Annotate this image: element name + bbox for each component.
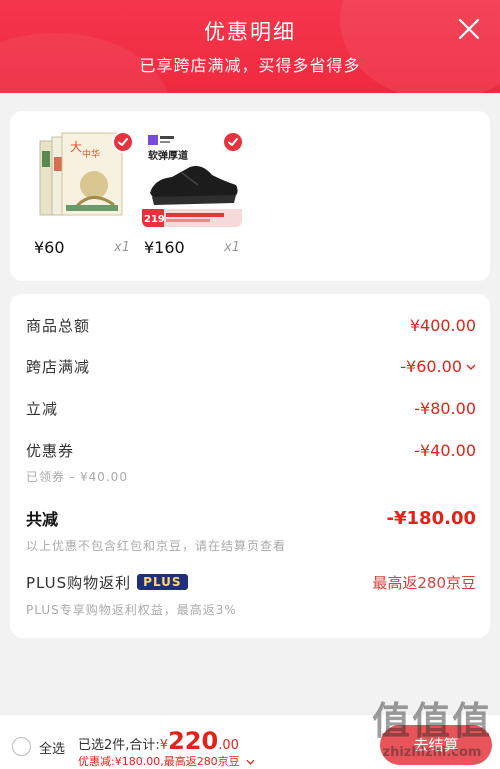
product-list-card: 大 中华 ¥60 x1 软弹厚道 219 ¥160 x1 <box>10 111 490 281</box>
discount-summary-text: 优惠减:¥180.00,最高返280京豆 <box>78 755 240 768</box>
amount-currency: ¥ <box>159 738 169 753</box>
svg-text:219: 219 <box>144 214 165 225</box>
product-price: ¥60 <box>34 238 65 257</box>
bottom-checkout-bar: 全选 已选2件,合计:¥220.00 优惠减:¥180.00,最高返280京豆 … <box>0 714 500 769</box>
cross-store-value: -¥60.00 <box>400 357 462 376</box>
close-icon[interactable] <box>458 18 480 40</box>
selected-count-text: 已选2件,合计: <box>78 738 160 753</box>
plus-value: 最高返280京豆 <box>372 574 476 592</box>
total-discount-note: 以上优惠不包含红包和京豆，请在结算页查看 <box>26 539 287 553</box>
product-quantity: x1 <box>224 240 240 255</box>
select-all-label[interactable]: 全选 <box>39 738 65 757</box>
amount-decimal: .00 <box>218 738 239 753</box>
total-discount-label: 共减 <box>26 510 59 529</box>
product-item-sneaker[interactable]: 软弹厚道 219 <box>142 127 242 227</box>
selected-check-icon[interactable] <box>222 131 242 153</box>
discount-summary[interactable]: 优惠减:¥180.00,最高返280京豆 <box>78 753 255 769</box>
amount-integer: 220 <box>168 727 219 755</box>
cross-store-label: 跨店满减 <box>26 358 91 376</box>
selected-check-icon[interactable] <box>112 131 132 153</box>
plus-badge: PLUS <box>137 574 188 590</box>
chevron-down-icon[interactable] <box>466 364 476 370</box>
row-total-discount: 共减 -¥180.00 <box>26 506 476 530</box>
svg-text:大: 大 <box>70 140 82 154</box>
instant-value: -¥80.00 <box>414 399 476 418</box>
row-plus-rebate: PLUS购物返利 PLUS 最高返280京豆 <box>26 572 476 593</box>
discount-detail-header: 优惠明细 已享跨店满减，买得多省得多 <box>0 0 500 93</box>
select-all-radio[interactable] <box>12 737 31 756</box>
svg-text:中华: 中华 <box>82 148 100 160</box>
instant-label: 立减 <box>26 400 59 418</box>
plus-label: PLUS购物返利 <box>26 574 132 592</box>
product-price: ¥160 <box>144 238 185 257</box>
row-total-goods: 商品总额 ¥400.00 <box>26 315 476 336</box>
plus-note: PLUS专享购物返利权益，最高返3% <box>26 603 237 617</box>
discount-breakdown-card: 商品总额 ¥400.00 跨店满减 -¥60.00 立减 -¥80.00 优惠券… <box>10 294 490 638</box>
row-coupon: 优惠券 -¥40.00 <box>26 440 476 461</box>
header-title: 优惠明细 <box>204 20 296 44</box>
total-discount-value: -¥180.00 <box>386 507 476 529</box>
svg-text:软弹厚道: 软弹厚道 <box>148 149 188 162</box>
coupon-note: 已领券 - ¥40.00 <box>26 470 128 484</box>
row-instant: 立减 -¥80.00 <box>26 398 476 419</box>
coupon-label: 优惠券 <box>26 442 75 460</box>
selected-summary: 已选2件,合计:¥220.00 <box>78 727 239 755</box>
product-quantity: x1 <box>114 240 130 255</box>
header-subtitle: 已享跨店满减，买得多省得多 <box>139 56 361 75</box>
product-item-books[interactable]: 大 中华 <box>32 127 132 227</box>
black-sneaker-thumbnail: 软弹厚道 219 <box>142 127 242 227</box>
coupon-value: -¥40.00 <box>414 441 476 460</box>
total-goods-label: 商品总额 <box>26 317 91 335</box>
total-goods-value: ¥400.00 <box>409 316 476 335</box>
row-cross-store[interactable]: 跨店满减 -¥60.00 <box>26 356 476 377</box>
book-set-thumbnail: 大 中华 <box>32 127 132 227</box>
chevron-down-icon[interactable] <box>246 759 255 765</box>
checkout-button[interactable]: 去结算 <box>380 725 492 765</box>
